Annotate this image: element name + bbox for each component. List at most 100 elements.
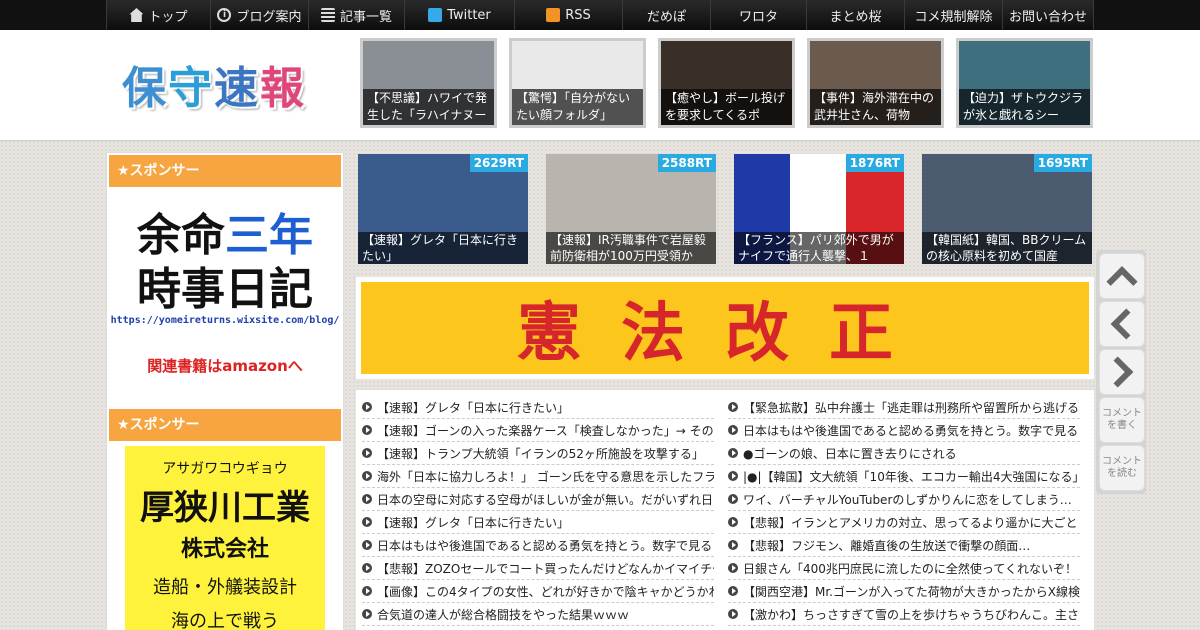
news-title: 【速報】トランプ大統領「イランの52ヶ所施設を攻撃する」: [377, 446, 704, 461]
news-item[interactable]: 【速報】ゴーンの入った楽器ケース「検査しなかった」→ その: [362, 419, 714, 442]
ad1-title-line2: 時事日記: [137, 264, 313, 315]
nav-item-3[interactable]: Twitter: [404, 0, 514, 30]
twitter-icon: [428, 8, 443, 22]
nav-item-label: ブログ案内: [236, 9, 302, 25]
news-title: 日本はもはや後進国であると認める勇気を持とう。数字で見る: [743, 423, 1079, 438]
news-item[interactable]: 日本の空母に対応する空母がほしいが金が無い。だがいずれ日: [362, 488, 714, 511]
read-comment-button[interactable]: コメントを読む: [1099, 445, 1145, 491]
news-item[interactable]: 日本はもはや後進国であると認める勇気を持とう。数字で見る: [728, 419, 1080, 442]
news-item[interactable]: 【緊急拡散】弘中弁護士「逃走罪は刑務所や留置所から逃げる: [728, 396, 1080, 419]
news-title: 日本はもはや後進国であると認める勇気を持とう。数字で見る: [377, 538, 713, 553]
rt-caption: 【速報】グレタ「日本に行きたい」: [358, 232, 528, 264]
news-item[interactable]: 【画像】この4タイプの女性、どれが好きかで陰キャかどうかわ: [362, 580, 714, 603]
site-logo[interactable]: 保守速報: [122, 52, 306, 116]
play-bullet-icon: [362, 448, 372, 458]
news-title: 【速報】ゴーンの入った楽器ケース「検査しなかった」→ その: [377, 423, 714, 438]
nav-item-2[interactable]: 記事一覧: [308, 0, 404, 30]
news-title: 【関西空港】Mr.ゴーンが入ってた荷物が大きかったからX線検: [743, 584, 1080, 599]
news-item[interactable]: ●ゴーンの娘、日本に置き去りにされる: [728, 442, 1080, 465]
news-item[interactable]: 【悲報】ZOZOセールでコート買ったんだけどなんかイマイチや: [362, 557, 714, 580]
nav-item-7[interactable]: まとめ桜: [806, 0, 904, 30]
ad2-company-name: 厚狭川工業: [140, 488, 310, 528]
nav-item-0[interactable]: トップ: [106, 0, 210, 30]
popular-rt-cards: 2629RT 【速報】グレタ「日本に行きたい」 2588RT 【速報】IR汚職事件で岩…: [358, 154, 1092, 264]
news-title: ●ゴーンの娘、日本に置き去りにされる: [743, 446, 957, 461]
news-item[interactable]: 【悲報】イランとアメリカの対立、思ってるより遥かに大ごと: [728, 511, 1080, 534]
news-item[interactable]: 合気道の達人が総合格闘技をやった結果ｗｗｗ: [362, 603, 714, 626]
header-thumb[interactable]: 【癒やし】ボール投げを要求してくるポ: [658, 38, 795, 128]
rt-caption: 【フランス】パリ郊外で男がナイフで通行人襲撃、１: [734, 232, 904, 264]
kenpo-kaisei-banner[interactable]: 憲法改正: [361, 282, 1089, 374]
news-item[interactable]: 海外「日本に協力しろよ！」 ゴーン氏を守る意思を示したフラ: [362, 465, 714, 488]
prev-article-button[interactable]: [1099, 301, 1145, 347]
rt-caption: 【韓国紙】韓国、BBクリームの核心原料を初めて国産: [922, 232, 1092, 264]
news-title: 【緊急拡散】弘中弁護士「逃走罪は刑務所や留置所から逃げる: [743, 400, 1080, 415]
news-item[interactable]: 【速報】グレタ「日本に行きたい」: [362, 511, 714, 534]
rt-card[interactable]: 1876RT 【フランス】パリ郊外で男がナイフで通行人襲撃、１: [734, 154, 904, 264]
banner-container: 憲法改正: [356, 277, 1094, 379]
nav-item-4[interactable]: RSS: [514, 0, 622, 30]
ad-yomei-sannen[interactable]: 余命三年 時事日記 https://yomeireturns.wixsite.c…: [107, 187, 343, 407]
news-item[interactable]: ワイ、バーチャルYouTuberのしずかりんに恋をしてしまう…: [728, 488, 1080, 511]
news-item[interactable]: 【速報】グレタ「日本に行きたい」: [362, 396, 714, 419]
rt-count-badge: 1876RT: [845, 154, 904, 172]
nav-item-5[interactable]: だめぽ: [622, 0, 710, 30]
write-comment-button[interactable]: コメントを書く: [1099, 397, 1145, 443]
nav-item-label: 記事一覧: [339, 9, 392, 25]
news-title: 【画像】この4タイプの女性、どれが好きかで陰キャかどうかわ: [377, 584, 714, 599]
news-item[interactable]: 【速報】トランプ大統領「イランの52ヶ所施設を攻撃する」: [362, 442, 714, 465]
chevron-left-icon: [1110, 308, 1142, 340]
rt-count-badge: 2629RT: [469, 154, 528, 172]
ad2-description: 造船・外艤装設計: [153, 577, 297, 598]
sponsor-heading-2: ★スポンサー: [109, 409, 341, 441]
nav-item-8[interactable]: コメ規制解除: [904, 0, 1002, 30]
news-item[interactable]: |●|【韓国】文大統領「10年後、エコカー輸出4大強国になる」: [728, 465, 1080, 488]
header-thumb[interactable]: 【驚愕】「自分がないたい顔フォルダ」: [509, 38, 646, 128]
nav-item-1[interactable]: i ブログ案内: [210, 0, 308, 30]
ad1-amazon-link[interactable]: 関連書籍はamazonへ: [107, 355, 343, 376]
news-item[interactable]: 日本はもはや後進国であると認める勇気を持とう。数字で見る: [362, 534, 714, 557]
play-bullet-icon: [362, 586, 372, 596]
scroll-top-button[interactable]: [1099, 253, 1145, 299]
news-title: 【激かわ】ちっさすぎて雪の上を歩けちゃうちびわんこ。主さ: [743, 607, 1080, 622]
rt-card[interactable]: 2588RT 【速報】IR汚職事件で岩屋毅前防衛相が100万円受領か: [546, 154, 716, 264]
header-thumb[interactable]: 【不思議】ハワイで発生した「ラハイナヌーン」: [360, 38, 497, 128]
rt-card[interactable]: 1695RT 【韓国紙】韓国、BBクリームの核心原料を初めて国産: [922, 154, 1092, 264]
news-title: 【悲報】イランとアメリカの対立、思ってるより遥かに大ごと: [743, 515, 1078, 530]
play-bullet-icon: [728, 609, 738, 619]
nav-item-6[interactable]: ワロタ: [710, 0, 806, 30]
news-title: 合気道の達人が総合格闘技をやった結果ｗｗｗ: [377, 607, 630, 622]
nav-item-label: RSS: [565, 7, 591, 23]
news-item[interactable]: 【激かわ】ちっさすぎて雪の上を歩けちゃうちびわんこ。主さ: [728, 603, 1080, 626]
news-title: 【速報】グレタ「日本に行きたい」: [377, 515, 570, 530]
news-item[interactable]: 日銀さん「400兆円庶民に流したのに全然使ってくれないぞ！: [728, 557, 1080, 580]
ad2-company-type: 株式会社: [180, 537, 269, 562]
ad1-url: https://yomeireturns.wixsite.com/blog/: [110, 315, 340, 326]
chevron-up-icon: [1106, 266, 1138, 298]
news-title: 【悲報】ZOZOセールでコート買ったんだけどなんかイマイチや: [377, 561, 714, 576]
play-bullet-icon: [362, 425, 372, 435]
play-bullet-icon: [362, 402, 372, 412]
news-item[interactable]: 【悲報】フジモン、離婚直後の生放送で衝撃の顔面…: [728, 534, 1080, 557]
next-article-button[interactable]: [1099, 349, 1145, 395]
play-bullet-icon: [362, 540, 372, 550]
nav-item-label: トップ: [148, 9, 188, 25]
thumb-caption: 【驚愕】「自分がないたい顔フォルダ」: [512, 89, 643, 125]
thumb-caption: 【癒やし】ボール投げを要求してくるポ: [661, 89, 792, 125]
header-thumb[interactable]: 【迫力】ザトウクジラが氷と戯れるシー: [956, 38, 1093, 128]
news-title: ワイ、バーチャルYouTuberのしずかりんに恋をしてしまう…: [743, 492, 1072, 507]
play-bullet-icon: [728, 402, 738, 412]
header-thumb[interactable]: 【事件】海外滞在中の武井壮さん、荷物: [807, 38, 944, 128]
play-bullet-icon: [728, 563, 738, 573]
news-item[interactable]: 【関西空港】Mr.ゴーンが入ってた荷物が大きかったからX線検: [728, 580, 1080, 603]
news-list: 【速報】グレタ「日本に行きたい」【速報】ゴーンの入った楽器ケース「検査しなかった…: [356, 390, 1094, 630]
nav-item-label: ワロタ: [738, 9, 778, 25]
news-title: 【悲報】フジモン、離婚直後の生放送で衝撃の顔面…: [743, 538, 1031, 553]
play-bullet-icon: [362, 494, 372, 504]
news-title: 【速報】グレタ「日本に行きたい」: [377, 400, 570, 415]
nav-item-9[interactable]: お問い合わせ: [1002, 0, 1094, 30]
rt-card[interactable]: 2629RT 【速報】グレタ「日本に行きたい」: [358, 154, 528, 264]
nav-menu: トップ i ブログ案内 記事一覧 Twitter RSS だめぽ ワロタ まとめ桜 コメ規制解除お…: [106, 0, 1094, 30]
ad-asagawa-kogyo[interactable]: アサガワコウギョウ 厚狭川工業 株式会社 造船・外艤装設計 海の上で戦う: [125, 446, 325, 630]
header-thumbnails: 【不思議】ハワイで発生した「ラハイナヌーン」【驚愕】「自分がないたい顔フォルダ」…: [360, 38, 1093, 128]
